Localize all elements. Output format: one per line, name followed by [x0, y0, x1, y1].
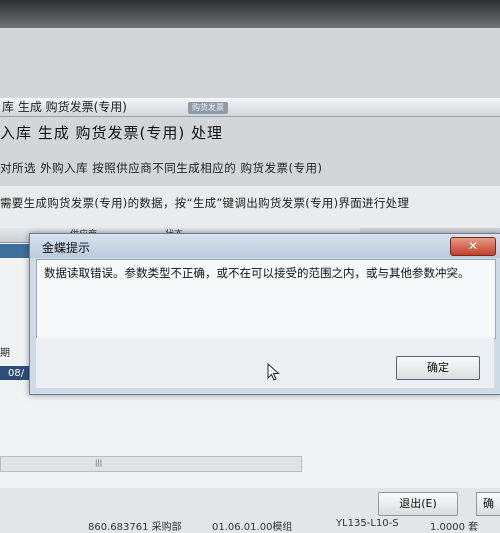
page-subline: 对所选 外购入库 按照供应商不同生成相应的 购货发票(专用) [0, 161, 323, 175]
cell-quantity: 1.0000 套 [430, 522, 479, 533]
table-row: 860.683761 采购部 01.06.01.00模组 YL135-L10-S… [0, 518, 500, 533]
confirm-button[interactable]: 确 [476, 492, 500, 516]
cell-model: YL135-L10-S [336, 518, 399, 529]
error-dialog: 金蝶提示 ✕ 数据读取错误。参数类型不正确，或不在可以接受的范围之内，或与其他参… [29, 233, 500, 395]
grid-row-label: 期 [0, 348, 10, 359]
exit-button[interactable]: 退出(E) [378, 492, 458, 516]
close-icon[interactable]: ✕ [450, 237, 496, 256]
dialog-message: 数据读取错误。参数类型不正确，或不在可以接受的范围之内，或与其他参数冲突。 [44, 266, 470, 280]
horizontal-scrollbar[interactable] [0, 456, 302, 472]
mouse-pointer-icon [267, 363, 280, 381]
dialog-titlebar[interactable] [30, 234, 500, 258]
cell-amount-dept: 860.683761 采购部 [88, 522, 182, 533]
dialog-title: 金蝶提示 [42, 241, 91, 255]
grid-row-value: 08/ [8, 368, 25, 379]
cell-material-code: 01.06.01.00模组 [212, 522, 293, 533]
scroll-thumb-grip-icon[interactable]: ||| [95, 459, 105, 467]
ok-button[interactable]: 确定 [396, 356, 480, 380]
monitor-bezel [0, 0, 500, 28]
page-heading: 入库 生成 购货发票(专用) 处理 [0, 124, 224, 142]
instruction-note: 需要生成购货发票(专用)的数据，按“生成”键调出购货发票(专用)界面进行处理 [0, 196, 410, 210]
window-title: 库 生成 购货发票(专用) [0, 98, 500, 117]
window-tab[interactable]: 购货发票 [188, 102, 228, 114]
